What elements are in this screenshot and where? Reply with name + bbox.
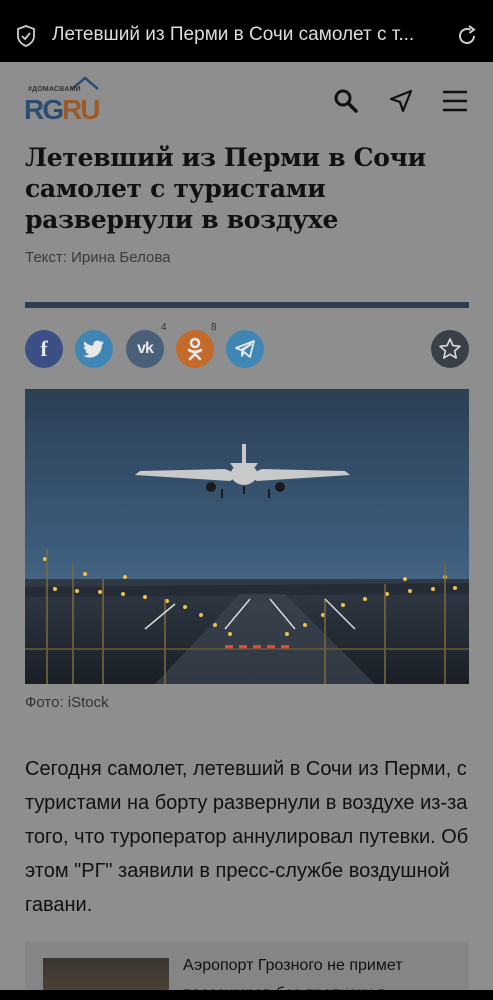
menu-icon[interactable] [442, 88, 468, 114]
logo-tagline: #ДОМАСВАМИ [28, 86, 81, 93]
star-icon [439, 338, 461, 359]
facebook-icon: f [40, 336, 48, 361]
favorite-button[interactable] [431, 330, 469, 368]
telegram-share-button[interactable] [226, 330, 264, 368]
odnoklassniki-icon [187, 337, 203, 361]
site-logo[interactable]: #ДОМАСВАМИ RG RU [24, 76, 104, 125]
photo-caption: Фото: iStock [25, 694, 109, 711]
article-photo[interactable] [25, 389, 469, 684]
vk-share-count: 4 [161, 322, 167, 333]
site-header: #ДОМАСВАМИ RG RU [0, 62, 493, 142]
search-icon[interactable] [333, 88, 359, 114]
vk-icon: vk [137, 340, 154, 357]
shield-icon[interactable] [16, 25, 36, 47]
twitter-icon [83, 340, 104, 358]
page-tab-title[interactable]: Летевший из Перми в Сочи самолет с т... [52, 24, 444, 46]
article-header: Летевший из Перми в Сочи самолет с турис… [25, 142, 469, 266]
article-lead: Сегодня самолет, летевший в Сочи из Перм… [25, 758, 469, 916]
logo-ru: RU [62, 94, 100, 125]
odnoklassniki-share-button[interactable] [176, 330, 214, 368]
facebook-share-button[interactable]: f [25, 330, 63, 368]
reload-icon[interactable] [455, 24, 479, 48]
article-headline: Летевший из Перми в Сочи самолет с турис… [25, 143, 426, 234]
browser-url-bar: Летевший из Перми в Сочи самолет с т... [0, 10, 493, 62]
system-nav-bar [0, 990, 493, 1000]
location-arrow-icon[interactable] [388, 88, 414, 114]
vk-share-button[interactable]: vk [126, 330, 164, 368]
divider [25, 302, 469, 308]
ok-share-count: 8 [211, 322, 217, 333]
twitter-share-button[interactable] [75, 330, 113, 368]
status-bar [0, 0, 493, 10]
logo-rg: RG [24, 94, 64, 125]
article-byline: Текст: Ирина Белова [25, 249, 171, 266]
telegram-icon [235, 340, 255, 358]
